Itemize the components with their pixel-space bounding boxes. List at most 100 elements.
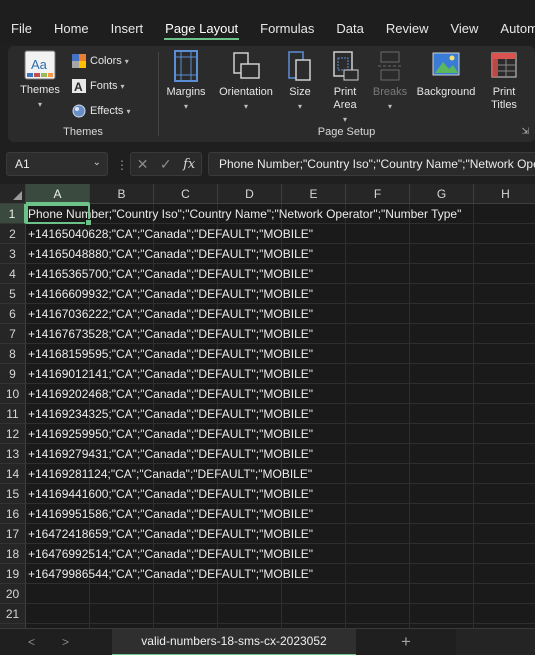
column-gridline	[345, 284, 346, 304]
column-gridline	[409, 484, 410, 504]
column-gridline	[409, 384, 410, 404]
menu-tab-formulas[interactable]: Formulas	[249, 0, 325, 44]
row-header[interactable]: 19	[0, 564, 26, 584]
table-row: 20	[0, 584, 535, 604]
insert-function-button[interactable]: fx	[183, 157, 195, 172]
menu-tab-file[interactable]: File	[0, 0, 43, 44]
margins-button[interactable]: Margins ▾	[164, 50, 208, 113]
ribbon-tab-bar: File Home Insert Page Layout Formulas Data Rev…	[0, 0, 535, 44]
cell-a14[interactable]: +14169281124;"CA";"Canada";"DEFAULT";"MO…	[28, 464, 312, 484]
cell-a10[interactable]: +14169202468;"CA";"Canada";"DEFAULT";"MO…	[28, 384, 313, 404]
row-header[interactable]: 11	[0, 404, 26, 424]
row-header[interactable]: 5	[0, 284, 26, 304]
column-header-c[interactable]: C	[154, 184, 218, 204]
themes-button[interactable]: Aa Themes ▾	[18, 50, 62, 111]
worksheet-grid[interactable]: ABCDEFGH 1 Phone Number;"Country Iso";"Co…	[0, 184, 535, 628]
cell-a3[interactable]: +14165048880;"CA";"Canada";"DEFAULT";"MO…	[28, 244, 313, 264]
cell-a15[interactable]: +14169441600;"CA";"Canada";"DEFAULT";"MO…	[28, 484, 313, 504]
column-gridline	[345, 504, 346, 524]
dialog-launcher-icon[interactable]: ⇲	[521, 126, 529, 137]
row-header[interactable]: 21	[0, 604, 26, 624]
menu-tab-view[interactable]: View	[439, 0, 489, 44]
column-header-f[interactable]: F	[346, 184, 410, 204]
row-header[interactable]: 1	[0, 204, 26, 224]
chevron-down-icon: ▾	[342, 115, 347, 124]
menu-tab-review[interactable]: Review	[375, 0, 440, 44]
row-header[interactable]: 16	[0, 504, 26, 524]
formula-bar: A1 ⌄ ⋮ ✕ ✓ fx Phone Number;"Country Iso"…	[0, 148, 535, 182]
column-gridline	[473, 304, 474, 324]
more-options-icon[interactable]: ⋮	[116, 158, 128, 172]
cell-a1[interactable]: Phone Number;"Country Iso";"Country Name…	[28, 204, 461, 224]
name-box[interactable]: A1 ⌄	[6, 152, 108, 176]
menu-tab-home[interactable]: Home	[43, 0, 100, 44]
menu-tab-insert[interactable]: Insert	[100, 0, 155, 44]
column-header-row: ABCDEFGH	[0, 184, 535, 204]
print-area-button[interactable]: Print Area ▾	[324, 50, 366, 126]
formula-input[interactable]: Phone Number;"Country Iso";"Country Name…	[208, 152, 535, 176]
cell-a6[interactable]: +14167036222;"CA";"Canada";"DEFAULT";"MO…	[28, 304, 313, 324]
column-header-b[interactable]: B	[90, 184, 154, 204]
enter-icon[interactable]: ✓	[160, 156, 172, 173]
cell-a11[interactable]: +14169234325;"CA";"Canada";"DEFAULT";"MO…	[28, 404, 313, 424]
orientation-button[interactable]: Orientation ▾	[212, 50, 280, 113]
row-header[interactable]: 8	[0, 344, 26, 364]
prev-sheet-icon[interactable]: <	[28, 635, 35, 649]
cell-a9[interactable]: +14169012141;"CA";"Canada";"DEFAULT";"MO…	[28, 364, 313, 384]
row-header[interactable]: 14	[0, 464, 26, 484]
cell-a16[interactable]: +14169951586;"CA";"Canada";"DEFAULT";"MO…	[28, 504, 313, 524]
column-header-e[interactable]: E	[282, 184, 346, 204]
fonts-button[interactable]: A Fonts ▾	[72, 76, 125, 96]
cell-a12[interactable]: +14169259950;"CA";"Canada";"DEFAULT";"MO…	[28, 424, 313, 444]
column-gridline	[473, 604, 474, 624]
cell-a4[interactable]: +14165365700;"CA";"Canada";"DEFAULT";"MO…	[28, 264, 313, 284]
row-header[interactable]: 7	[0, 324, 26, 344]
column-gridline	[345, 364, 346, 384]
row-header[interactable]: 4	[0, 264, 26, 284]
menu-tab-page-layout[interactable]: Page Layout	[154, 0, 249, 44]
row-header[interactable]: 10	[0, 384, 26, 404]
row-header[interactable]: 9	[0, 364, 26, 384]
cell-a18[interactable]: +16476992514;"CA";"Canada";"DEFAULT";"MO…	[28, 544, 313, 564]
column-gridline	[473, 484, 474, 504]
print-titles-button[interactable]: Print Titles	[484, 50, 524, 112]
colors-button[interactable]: Colors ▾	[72, 51, 129, 71]
breaks-button[interactable]: Breaks ▾	[370, 50, 410, 113]
effects-button[interactable]: Effects ▾	[72, 101, 130, 121]
cell-a5[interactable]: +14166609932;"CA";"Canada";"DEFAULT";"MO…	[28, 284, 313, 304]
column-header-d[interactable]: D	[218, 184, 282, 204]
menu-tab-data[interactable]: Data	[325, 0, 374, 44]
row-header[interactable]: 15	[0, 484, 26, 504]
menu-tab-automate[interactable]: Automate	[489, 0, 535, 44]
cell-a2[interactable]: +14165040628;"CA";"Canada";"DEFAULT";"MO…	[28, 224, 313, 244]
row-header[interactable]: 17	[0, 524, 26, 544]
print-titles-label-2: Titles	[491, 99, 517, 111]
row-header[interactable]: 2	[0, 224, 26, 244]
row-header[interactable]: 13	[0, 444, 26, 464]
cell-a8[interactable]: +14168159595;"CA";"Canada";"DEFAULT";"MO…	[28, 344, 313, 364]
row-header[interactable]: 6	[0, 304, 26, 324]
print-titles-label-1: Print	[492, 86, 516, 98]
background-button[interactable]: Background	[412, 50, 480, 99]
ribbon-panel: Aa Themes ▾ Colors ▾ A Fonts ▾ Effects ▾…	[8, 46, 535, 142]
cell-a19[interactable]: +16479986544;"CA";"Canada";"DEFAULT";"MO…	[28, 564, 313, 584]
row-header[interactable]: 18	[0, 544, 26, 564]
row-header[interactable]: 3	[0, 244, 26, 264]
column-header-h[interactable]: H	[474, 184, 535, 204]
column-gridline	[345, 564, 346, 584]
add-sheet-button[interactable]: +	[356, 629, 456, 655]
select-all-button[interactable]	[0, 184, 26, 204]
column-header-g[interactable]: G	[410, 184, 474, 204]
row-header[interactable]: 12	[0, 424, 26, 444]
size-button[interactable]: Size ▾	[284, 50, 316, 113]
column-header-a[interactable]: A	[26, 184, 90, 204]
next-sheet-icon[interactable]: >	[62, 635, 69, 649]
row-header[interactable]: 20	[0, 584, 26, 604]
sheet-tab-active[interactable]: valid-numbers-18-sms-cx-2023052	[112, 629, 356, 655]
chevron-down-icon[interactable]: ⌄	[93, 157, 101, 168]
cell-a13[interactable]: +14169279431;"CA";"Canada";"DEFAULT";"MO…	[28, 444, 313, 464]
cell-a7[interactable]: +14167673528;"CA";"Canada";"DEFAULT";"MO…	[28, 324, 313, 344]
cancel-icon[interactable]: ✕	[137, 156, 149, 173]
cell-a17[interactable]: +16472418659;"CA";"Canada";"DEFAULT";"MO…	[28, 524, 313, 544]
column-gridline	[409, 244, 410, 264]
